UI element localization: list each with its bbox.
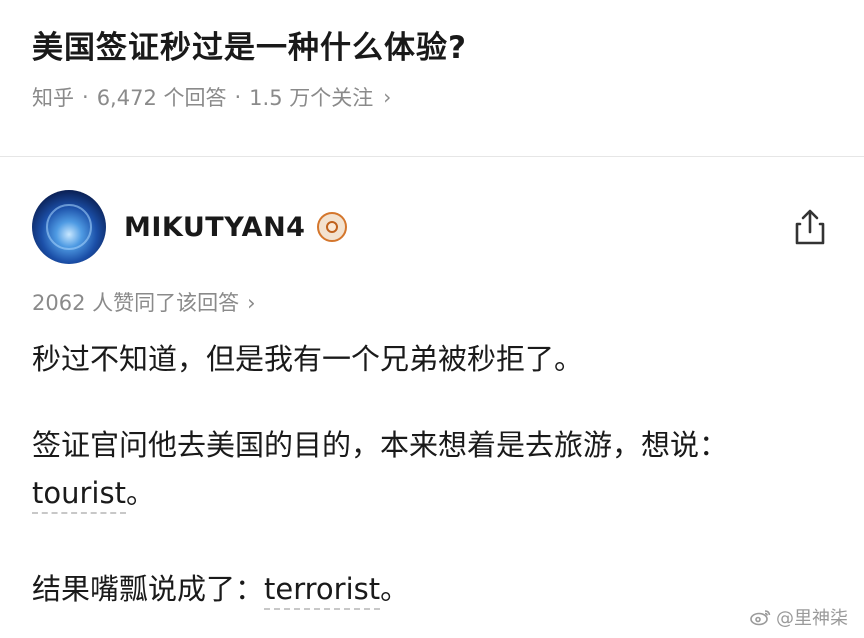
- watermark: @里神柒: [750, 604, 848, 630]
- source-label: 知乎: [32, 86, 74, 110]
- chevron-right-icon: ›: [247, 291, 256, 315]
- paragraph-text: 。: [125, 476, 155, 510]
- question-meta[interactable]: 知乎 · 6,472 个回答 · 1.5 万个关注 ›: [32, 82, 832, 112]
- share-icon: [795, 209, 825, 245]
- answer-paragraph-1: 秒过不知道，但是我有一个兄弟被秒拒了。: [32, 342, 584, 376]
- chevron-right-icon: ›: [383, 85, 392, 109]
- question-header: 美国签证秒过是一种什么体验? 知乎 · 6,472 个回答 · 1.5 万个关注…: [0, 0, 864, 128]
- separator-dot: ·: [234, 85, 242, 109]
- divider: [0, 156, 864, 157]
- watermark-text: @里神柒: [776, 608, 848, 629]
- highlighted-word[interactable]: tourist: [32, 476, 126, 514]
- paragraph-text: 结果嘴瓢说成了：: [32, 572, 265, 606]
- highlighted-word[interactable]: terrorist: [264, 572, 381, 610]
- answer-paragraph-3: 结果嘴瓢说成了：terrorist。: [32, 565, 409, 613]
- likes-row[interactable]: 2062 人赞同了该回答 ›: [32, 287, 256, 317]
- author-name[interactable]: MIKUTYAN4: [124, 212, 305, 243]
- separator-dot: ·: [82, 85, 89, 109]
- author-row: MIKUTYAN4: [32, 189, 832, 265]
- weibo-logo-icon: [750, 610, 771, 626]
- follower-count: 1.5 万个关注: [249, 86, 374, 110]
- eye-badge-icon: [317, 212, 348, 242]
- answer-count: 6,472 个回答: [96, 86, 227, 110]
- likes-text: 2062 人赞同了该回答: [32, 291, 240, 315]
- share-button[interactable]: [788, 205, 832, 249]
- answer-paragraph-2: 签证官问他去美国的目的，本来想着是去旅游，想说： tourist。: [32, 421, 812, 517]
- question-title[interactable]: 美国签证秒过是一种什么体验?: [32, 26, 832, 70]
- paragraph-text: 签证官问他去美国的目的，本来想着是去旅游，想说：: [32, 428, 729, 462]
- avatar[interactable]: [32, 190, 106, 264]
- paragraph-text: 。: [380, 572, 410, 606]
